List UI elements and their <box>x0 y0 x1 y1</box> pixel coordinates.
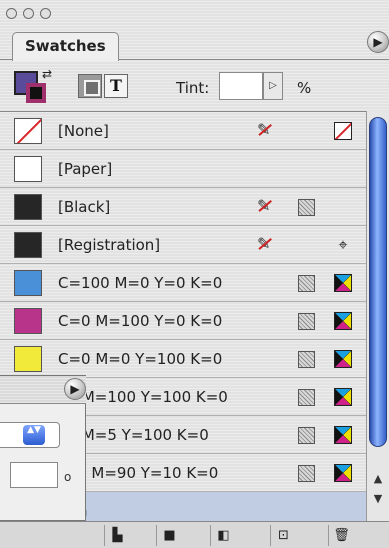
process-color-icon <box>298 389 315 406</box>
delete-swatch-icon[interactable]: 🗑 <box>328 525 354 546</box>
window-titlebar <box>0 0 389 26</box>
process-color-icon <box>298 427 315 444</box>
swatch-color-chip <box>14 308 42 334</box>
tint-slider-button[interactable]: ▷ <box>263 72 283 100</box>
swatch-name: [Registration] <box>58 236 161 254</box>
swatch-controls: ⇄ T Tint: ▷ % <box>0 61 389 109</box>
swatch-color-chip <box>14 346 42 372</box>
process-color-icon <box>298 351 315 368</box>
cmyk-mode-icon <box>334 274 352 292</box>
fill-stroke-icon[interactable]: ⇄ <box>14 67 54 103</box>
cmyk-mode-icon <box>334 426 352 444</box>
close-window-button[interactable] <box>6 8 17 19</box>
cmyk-mode-icon <box>334 350 352 368</box>
swatch-name: C=0 M=100 Y=0 K=0 <box>58 312 223 330</box>
registration-mark-icon: ⌖ <box>338 235 348 254</box>
swatch-row[interactable]: [None] ✎ <box>0 112 366 150</box>
swatch-color-chip <box>14 232 42 258</box>
new-swatch-icon[interactable]: ⊡ <box>270 525 296 546</box>
tint-label: Tint: <box>176 79 210 97</box>
none-color-icon <box>334 122 352 140</box>
formatting-text-button[interactable]: T <box>104 74 128 98</box>
swatch-row[interactable]: C=0 M=0 Y=100 K=0 <box>0 340 366 378</box>
overlapping-panel-field[interactable] <box>10 462 58 488</box>
vertical-scrollbar[interactable]: ▲ ▼ <box>366 111 389 521</box>
overlapping-panel-menu-button[interactable]: ▶ <box>64 378 86 400</box>
swatch-row[interactable]: C=0 M=100 Y=0 K=0 <box>0 302 366 340</box>
swatch-row[interactable]: [Paper] <box>0 150 366 188</box>
cannot-edit-pencil-icon: ✎ <box>257 120 271 139</box>
panel-tab-row: Swatches ▶ <box>0 26 389 61</box>
dropdown-arrows-icon[interactable]: ▲▼ <box>23 425 45 445</box>
swatch-name: [Paper] <box>58 160 113 178</box>
swatch-name: [None] <box>58 122 109 140</box>
swatch-name: C=100 M=0 Y=0 K=0 <box>58 274 223 292</box>
panel-menu-button[interactable]: ▶ <box>367 31 389 53</box>
swatch-name: C=0 M=0 Y=100 K=0 <box>58 350 223 368</box>
show-all-swatches-icon[interactable]: ▙ <box>104 525 130 546</box>
cannot-edit-pencil-icon: ✎ <box>257 196 271 215</box>
swatch-color-chip <box>14 118 42 144</box>
zoom-window-button[interactable] <box>40 8 51 19</box>
process-color-icon <box>298 465 315 482</box>
swatch-row[interactable]: [Black] ✎ <box>0 188 366 226</box>
overlapping-panel-unit: o <box>64 470 72 484</box>
cmyk-mode-icon <box>334 312 352 330</box>
formatting-container-button[interactable] <box>78 74 102 98</box>
tint-input[interactable] <box>219 72 263 100</box>
swatch-color-chip <box>14 194 42 220</box>
cmyk-mode-icon <box>334 464 352 482</box>
cmyk-mode-icon <box>334 388 352 406</box>
tab-swatches[interactable]: Swatches <box>12 32 119 61</box>
swatch-row[interactable]: C=100 M=0 Y=0 K=0 <box>0 264 366 302</box>
scroll-down-icon[interactable]: ▼ <box>370 491 386 507</box>
swap-fill-stroke-icon[interactable]: ⇄ <box>42 67 52 81</box>
scroll-up-icon[interactable]: ▲ <box>370 471 386 487</box>
minimize-window-button[interactable] <box>23 8 34 19</box>
process-color-icon <box>298 313 315 330</box>
process-color-icon <box>298 199 315 216</box>
swatch-row[interactable]: [Registration] ✎ ⌖ <box>0 226 366 264</box>
show-color-swatches-icon[interactable]: ■ <box>156 525 182 546</box>
stroke-swatch-icon[interactable] <box>26 83 46 103</box>
process-color-icon <box>298 275 315 292</box>
panel-bottom-bar: ▙ ■ ◧ ⊡ 🗑 <box>0 521 389 548</box>
scroll-thumb[interactable] <box>369 117 387 447</box>
swatch-name: [Black] <box>58 198 111 216</box>
overlapping-panel: ▶ ▲▼ o <box>0 375 86 521</box>
overlapping-panel-header: ▶ <box>0 376 86 404</box>
overlapping-panel-dropdown[interactable]: ▲▼ <box>0 422 60 448</box>
show-gradient-swatches-icon[interactable]: ◧ <box>210 525 236 546</box>
swatch-color-chip <box>14 270 42 296</box>
swatch-color-chip <box>14 156 42 182</box>
cannot-edit-pencil-icon: ✎ <box>257 234 271 253</box>
tint-unit: % <box>297 79 312 97</box>
